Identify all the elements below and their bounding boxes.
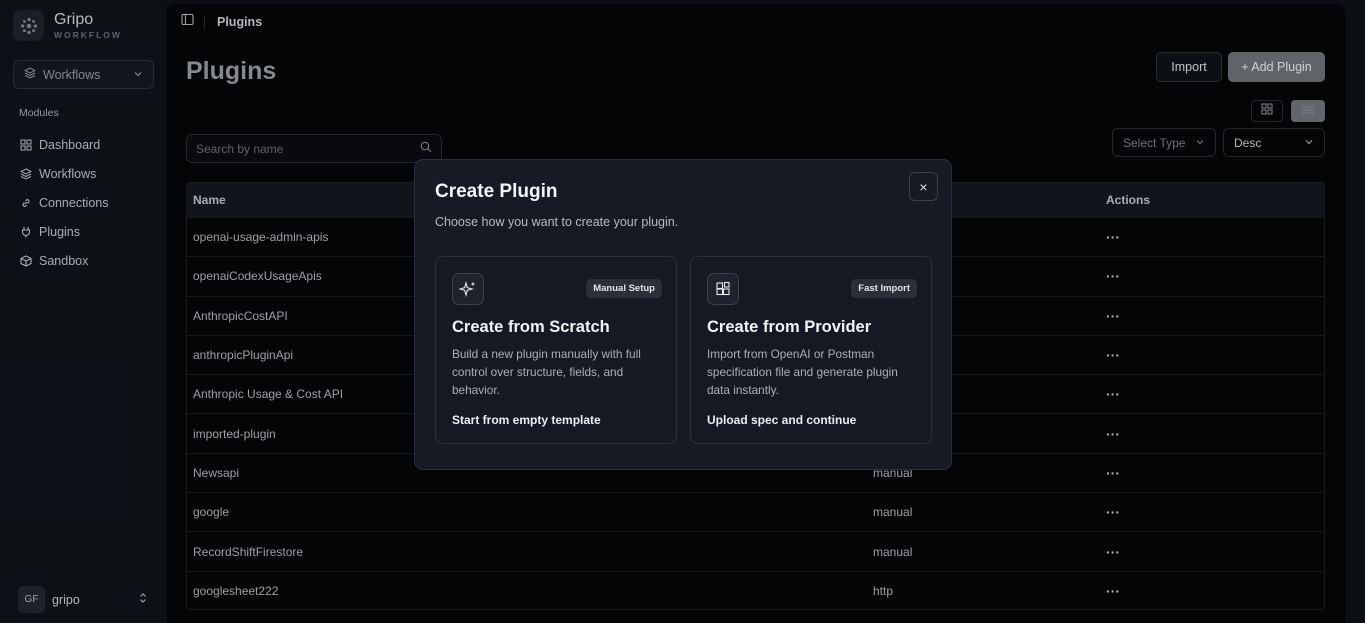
close-button[interactable]: ×: [909, 172, 938, 201]
card-badge: Manual Setup: [586, 279, 662, 298]
blocks-icon: [707, 273, 739, 305]
create-plugin-modal: Create Plugin Choose how you want to cre…: [414, 159, 952, 470]
modal-subtitle: Choose how you want to create your plugi…: [435, 215, 679, 229]
card-title: Create from Provider: [707, 318, 872, 336]
modal-title: Create Plugin: [435, 181, 558, 202]
sparkles-icon: [452, 273, 484, 305]
card-description: Build a new plugin manually with full co…: [452, 347, 641, 397]
close-icon: ×: [919, 178, 928, 195]
create-from-scratch-card[interactable]: Manual Setup Create from Scratch Build a…: [435, 256, 677, 444]
create-from-provider-card[interactable]: Fast Import Create from Provider Import …: [690, 256, 932, 444]
card-cta[interactable]: Start from empty template: [452, 413, 601, 427]
card-cta[interactable]: Upload spec and continue: [707, 413, 856, 427]
card-title: Create from Scratch: [452, 318, 610, 336]
card-badge: Fast Import: [851, 279, 917, 298]
card-description: Import from OpenAI or Postman specificat…: [707, 347, 898, 397]
